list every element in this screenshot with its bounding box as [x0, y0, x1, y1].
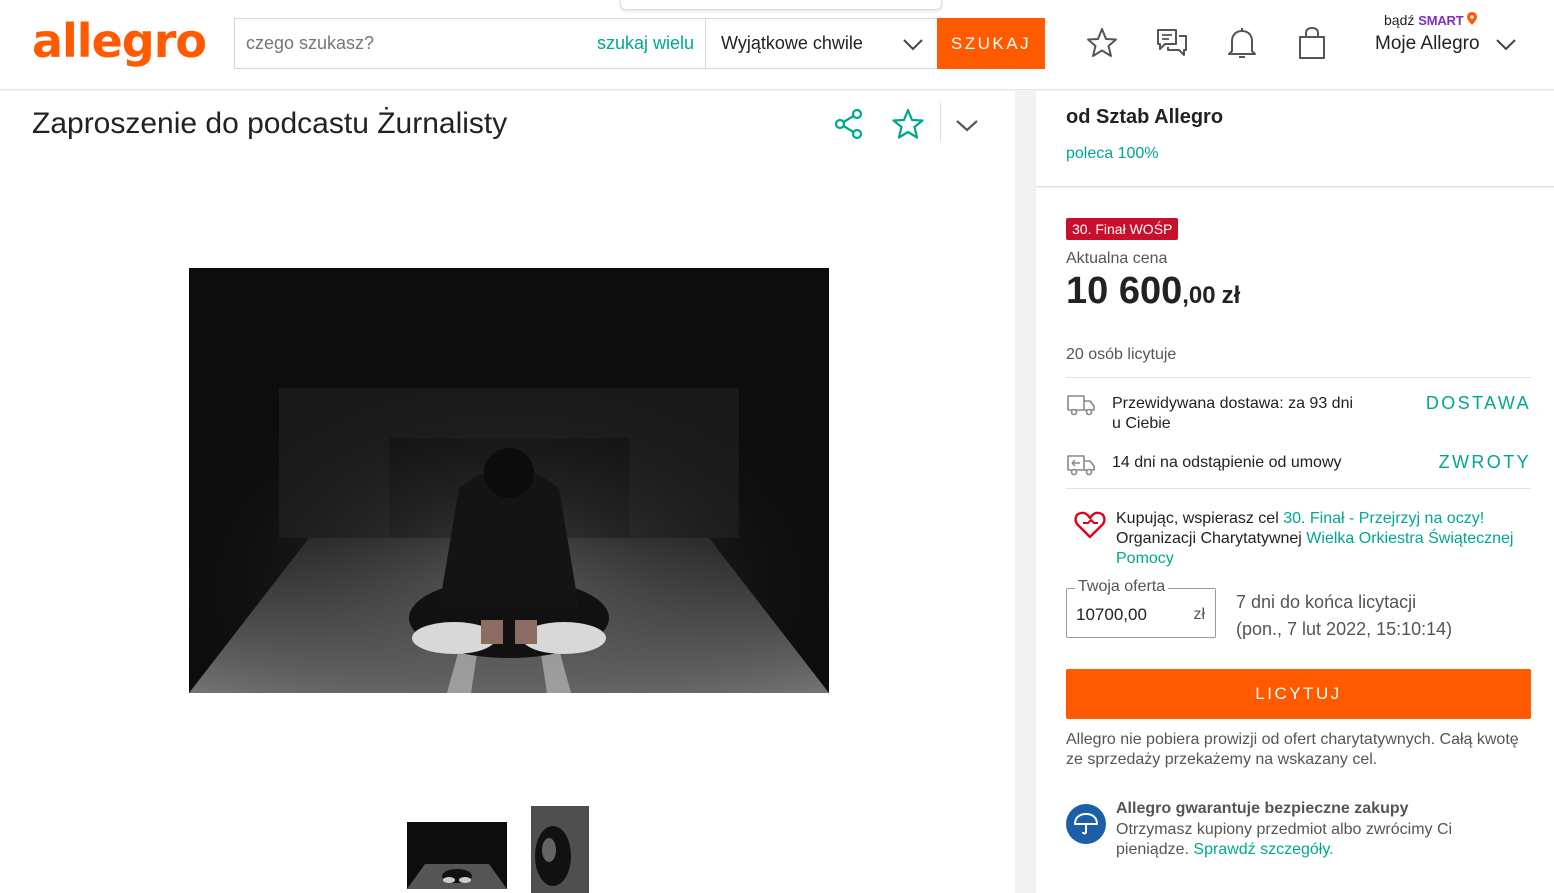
price-integer: 10 600 — [1066, 270, 1183, 312]
search-many-link[interactable]: szukaj wielu — [597, 33, 694, 54]
divider — [1066, 377, 1531, 378]
category-select-value: Wyjątkowe chwile — [721, 33, 863, 53]
auction-time-left: 7 dni do końca licytacji — [1236, 592, 1417, 612]
bid-amount-field[interactable]: Twoja oferta zł — [1066, 578, 1216, 638]
allegro-logo[interactable]: allegro — [32, 14, 207, 68]
bid-amount-label: Twoja oferta — [1075, 578, 1169, 596]
page-title: Zaproszenie do podcastu Żurnalisty — [32, 107, 508, 140]
bell-icon[interactable] — [1224, 24, 1260, 62]
returns-truck-icon — [1067, 455, 1095, 476]
price-decimals: ,00 — [1182, 282, 1216, 309]
popup-edge — [620, 0, 942, 10]
returns-policy: 14 dni na odstąpienie od umowy — [1112, 454, 1342, 471]
chevron-down-icon — [903, 39, 923, 51]
top-header: allegro szukaj wielu Wyjątkowe chwile SZ… — [0, 0, 1554, 90]
bid-button[interactable]: LICYTUJ — [1066, 669, 1531, 719]
bid-currency: zł — [1193, 606, 1205, 623]
title-divider — [940, 103, 941, 141]
search-button[interactable]: SZUKAJ — [937, 18, 1045, 69]
bidders-count: 20 osób licytuje — [1066, 346, 1177, 363]
search-bar: szukaj wielu Wyjątkowe chwile SZUKAJ — [234, 18, 1045, 69]
returns-link[interactable]: ZWROTY — [1439, 452, 1531, 473]
product-photo[interactable] — [189, 268, 829, 693]
share-icon[interactable] — [832, 107, 866, 141]
delivery-estimate-line1: Przewidywana dostawa: za 93 dni — [1112, 395, 1354, 412]
chat-icon[interactable] — [1154, 24, 1190, 62]
thumbnail-1[interactable] — [407, 822, 507, 889]
smart-promo[interactable]: bądź SMART — [1384, 12, 1478, 28]
delivery-link[interactable]: DOSTAWA — [1426, 393, 1531, 414]
seller-info: od Sztab Allegro poleca 100% — [1036, 91, 1554, 187]
smart-pin-icon — [1467, 12, 1478, 25]
chevron-down-icon[interactable] — [1494, 32, 1518, 56]
smart-prefix: bądź — [1384, 12, 1415, 28]
price-label: Aktualna cena — [1066, 250, 1168, 267]
status-badge: 30. Finał WOŚP — [1066, 218, 1179, 240]
seller-name[interactable]: od Sztab Allegro — [1066, 106, 1223, 129]
search-input[interactable] — [235, 19, 595, 68]
guarantee-title: Allegro gwarantuje bezpieczne zakupy — [1116, 800, 1409, 817]
price-currency: zł — [1221, 282, 1241, 309]
product-gallery-panel: Zaproszenie do podcastu Żurnalisty — [0, 91, 1015, 893]
commission-note: Allegro nie pobiera prowizji od ofert ch… — [1066, 731, 1519, 768]
cart-icon[interactable] — [1294, 24, 1330, 62]
charity-info: Kupując, wspierasz cel 30. Finał - Przej… — [1116, 509, 1516, 569]
current-price: 10 600,00 zł — [1066, 270, 1240, 313]
charity-mid: Organizacji Charytatywnej — [1116, 530, 1307, 547]
delivery-estimate: Przewidywana dostawa: za 93 dni u Ciebie — [1112, 394, 1353, 434]
chevron-down-icon[interactable] — [950, 109, 984, 143]
heart-icon — [1074, 511, 1106, 539]
buy-box: 30. Finał WOŚP Aktualna cena 10 600,00 zł… — [1036, 188, 1554, 893]
umbrella-shield-icon — [1066, 804, 1106, 844]
my-allegro-menu[interactable]: Moje Allegro — [1375, 33, 1480, 55]
charity-prefix: Kupując, wspierasz cel — [1116, 510, 1284, 527]
category-select[interactable]: Wyjątkowe chwile — [705, 19, 937, 68]
auction-end-date: (pon., 7 lut 2022, 15:10:14) — [1236, 619, 1453, 639]
divider — [1066, 488, 1531, 489]
favorite-star-icon[interactable] — [891, 107, 925, 141]
seller-rating[interactable]: poleca 100% — [1066, 145, 1159, 163]
delivery-estimate-line2: u Ciebie — [1112, 415, 1171, 432]
charity-goal-link[interactable]: 30. Finał - Przejrzyj na oczy! — [1283, 510, 1484, 527]
star-icon[interactable] — [1084, 24, 1120, 62]
thumbnail-2[interactable] — [531, 806, 589, 893]
delivery-truck-icon — [1067, 395, 1095, 416]
guarantee-details-link[interactable]: Sprawdź szczegóły. — [1193, 841, 1333, 858]
bid-amount-input[interactable] — [1067, 597, 1177, 633]
guarantee-text: Otrzymasz kupiony przedmiot albo zwrócim… — [1116, 820, 1516, 860]
smart-label: SMART — [1418, 13, 1464, 28]
